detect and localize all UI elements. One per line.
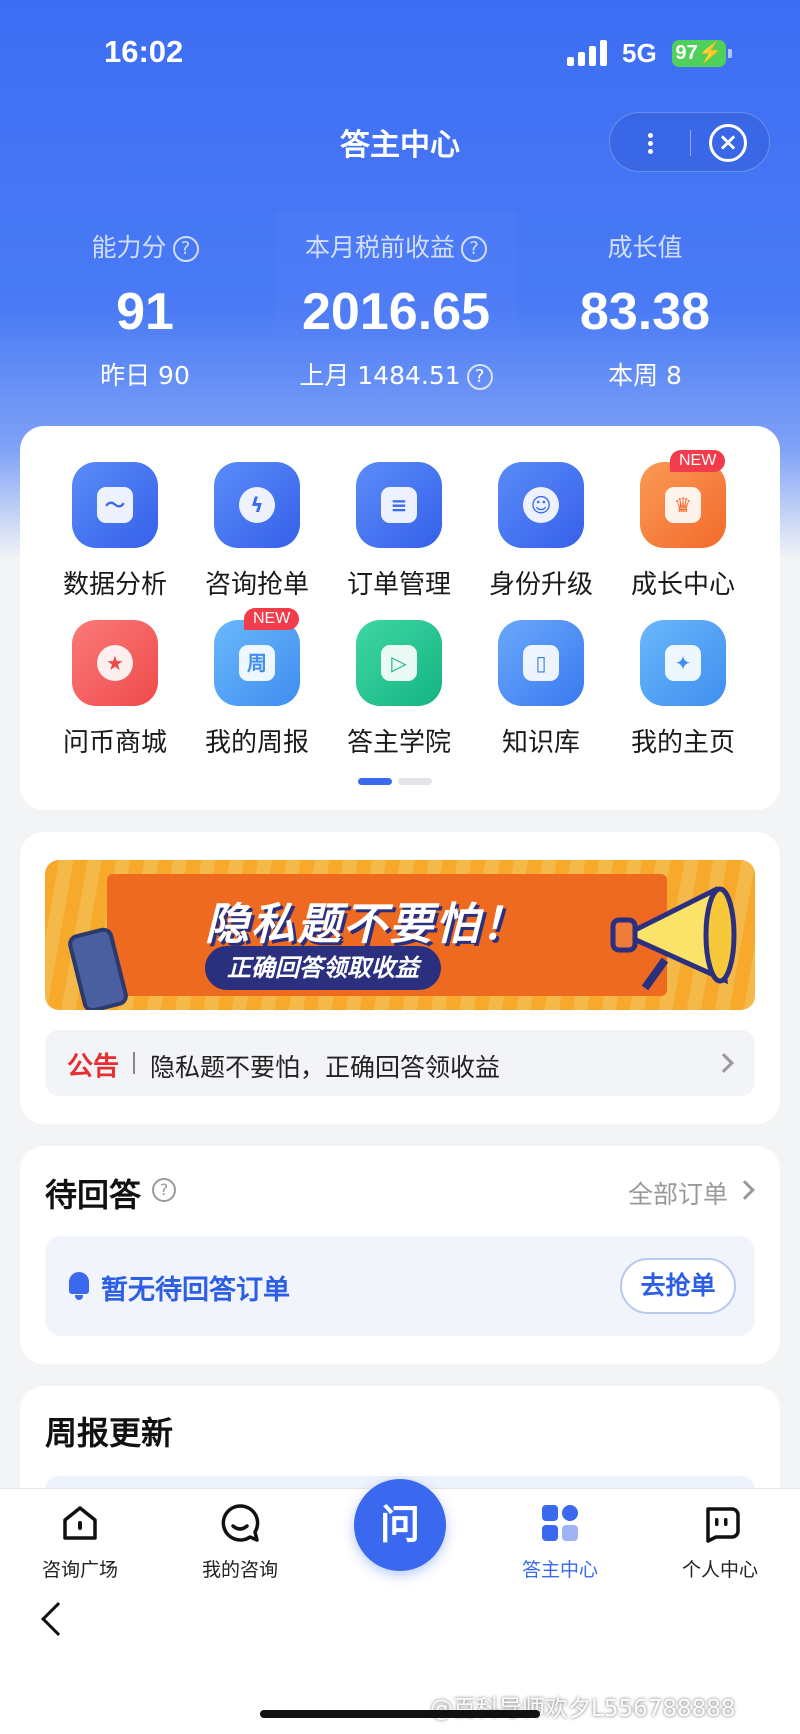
book-icon: ▯ — [498, 620, 584, 706]
grid-item-label: 成长中心 — [630, 570, 735, 600]
ability-yesterday: 昨日 90 — [100, 361, 190, 390]
tab-my-consult[interactable]: 我的咨询 — [180, 1501, 300, 1582]
new-badge: NEW — [244, 608, 300, 630]
grid-item-data-analysis[interactable]: 〜 数据分析 — [44, 462, 186, 601]
grid-item-label: 咨询抢单 — [204, 570, 309, 600]
banner-subtitle: 正确回答领取收益 — [205, 946, 441, 990]
tab-label: 答主中心 — [521, 1559, 598, 1581]
pending-title: 待回答 — [45, 1176, 142, 1214]
grid-item-label: 我的周报 — [204, 728, 309, 758]
grid-item-label: 答主学院 — [346, 728, 451, 758]
income-last-month: 上月 1484.51 — [299, 361, 461, 390]
battery-icon: 97⚡ — [672, 40, 726, 67]
grid-item-label: 知识库 — [501, 728, 580, 758]
bottom-tab-bar: 咨询广场 我的咨询 问 答主中心 个人中心 @百科导师欢夕L556788888 — [0, 1479, 800, 1734]
network-type: 5G — [622, 38, 657, 68]
chat-icon — [221, 1504, 260, 1542]
help-icon[interactable]: ? — [461, 236, 487, 262]
income-label: 本月税前收益 — [304, 233, 455, 262]
back-arrow-icon[interactable] — [41, 1602, 75, 1636]
megaphone-icon — [610, 886, 737, 990]
tab-label: 个人中心 — [681, 1559, 758, 1581]
more-icon[interactable] — [610, 113, 690, 173]
grid-item-identity-upgrade[interactable]: ☺ 身份升级 — [470, 462, 612, 601]
lightning-icon: ϟ — [214, 462, 300, 548]
growth-this-week: 本周 8 — [608, 361, 682, 390]
grid-item-label: 订单管理 — [346, 570, 451, 600]
tab-answerer-center[interactable]: 答主中心 — [500, 1501, 620, 1582]
growth-number: 83.38 — [579, 283, 711, 341]
grid-item-academy[interactable]: ▷ 答主学院 — [328, 620, 470, 759]
all-orders-link[interactable]: 全部订单 — [628, 1175, 728, 1211]
signal-icon — [567, 40, 609, 66]
page-indicator — [358, 770, 438, 789]
profile-icon — [706, 1507, 740, 1543]
tab-consult-square[interactable]: 咨询广场 — [20, 1501, 140, 1582]
home-indicator[interactable] — [260, 1710, 540, 1718]
grid-item-knowledge-base[interactable]: ▯ 知识库 — [470, 620, 612, 759]
mini-program-capsule: × — [609, 112, 770, 172]
announcement-text: 隐私题不要怕，正确回答领收益 — [150, 1053, 501, 1082]
crown-icon: ♛ — [640, 462, 726, 548]
ability-label: 能力分 — [91, 233, 167, 262]
announcement-divider — [133, 1052, 135, 1074]
income-value: 2016.65 — [302, 283, 490, 341]
grid-item-label: 数据分析 — [62, 570, 167, 600]
help-icon[interactable]: ? — [466, 364, 493, 390]
grid-item-grab-order[interactable]: ϟ 咨询抢单 — [186, 462, 328, 601]
battery-tip — [728, 49, 732, 58]
grid-item-growth-center[interactable]: ♛ 成长中心 NEW — [612, 450, 754, 601]
announcement-tag: 公告 — [67, 1052, 120, 1082]
tab-label: 我的咨询 — [201, 1559, 278, 1581]
ask-button[interactable]: 问 — [354, 1479, 446, 1571]
new-badge: NEW — [670, 450, 726, 472]
home-icon — [63, 1506, 97, 1540]
chevron-right-icon — [714, 1053, 734, 1073]
help-icon[interactable]: ? — [152, 1178, 176, 1202]
ability-score[interactable]: 能力分? 91 昨日 90 — [60, 228, 230, 392]
monthly-income[interactable]: 本月税前收益? 2016.65 上月 1484.51? — [276, 228, 516, 392]
tab-personal-center[interactable]: 个人中心 — [660, 1501, 780, 1582]
grid-item-order-management[interactable]: ≡ 订单管理 — [328, 462, 470, 601]
document-icon: ≡ — [356, 462, 442, 548]
ability-value: 91 — [116, 283, 174, 341]
empty-orders-text: 暂无待回答订单 — [101, 1275, 290, 1306]
calendar-icon: 周 — [214, 620, 300, 706]
growth-value[interactable]: 成长值 83.38 本周 8 — [560, 228, 730, 392]
growth-label: 成长值 — [607, 233, 683, 262]
empty-orders-box: 暂无待回答订单 去抢单 — [45, 1236, 755, 1336]
bell-icon — [69, 1272, 89, 1300]
tab-label: 咨询广场 — [41, 1559, 118, 1581]
announcement-bar[interactable]: 公告 隐私题不要怕，正确回答领收益 — [45, 1030, 755, 1096]
close-icon[interactable]: × — [709, 124, 747, 162]
status-time: 16:02 — [104, 34, 184, 69]
apps-icon — [542, 1505, 578, 1541]
capsule-divider — [690, 130, 691, 156]
grid-item-my-homepage[interactable]: ✦ 我的主页 — [612, 620, 754, 759]
banner-title: 隐私题不要怕！ — [205, 899, 527, 950]
star-icon: ✦ — [640, 620, 726, 706]
shop-icon: ★ — [72, 620, 158, 706]
help-icon[interactable]: ? — [172, 236, 199, 262]
chart-icon: 〜 — [72, 462, 158, 548]
grid-item-label: 问币商城 — [62, 728, 167, 758]
grid-item-label: 身份升级 — [488, 570, 593, 600]
play-icon: ▷ — [356, 620, 442, 706]
weekly-title: 周报更新 — [45, 1414, 174, 1452]
grab-order-button[interactable]: 去抢单 — [620, 1258, 736, 1314]
grid-item-weekly-report[interactable]: 周 我的周报 NEW — [186, 608, 328, 759]
user-icon: ☺ — [498, 462, 584, 548]
promo-banner[interactable]: 隐私题不要怕！ 正确回答领取收益 — [45, 860, 755, 1010]
grid-item-label: 我的主页 — [630, 728, 735, 758]
grid-item-coin-mall[interactable]: ★ 问币商城 — [44, 620, 186, 759]
